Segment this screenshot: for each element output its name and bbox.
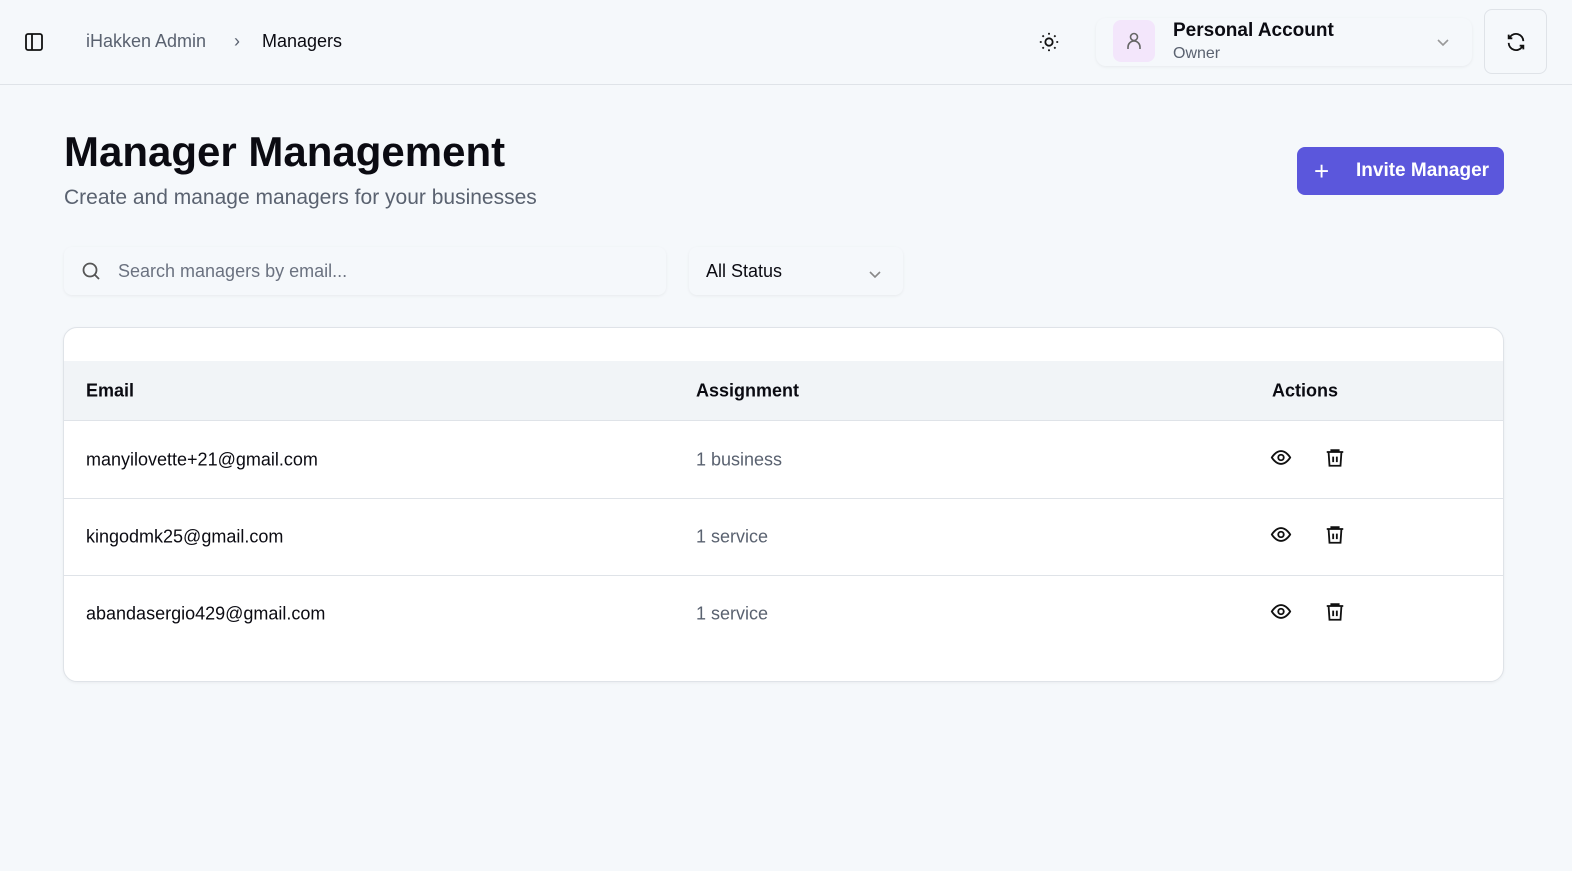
plus-icon: + xyxy=(1314,155,1330,186)
table-row: abandasergio429@gmail.com 1 service xyxy=(64,575,1503,652)
view-eye-icon[interactable] xyxy=(1270,447,1292,474)
chevron-right-icon: › xyxy=(234,31,240,51)
manager-email: manyilovette+21@gmail.com xyxy=(86,449,318,470)
status-filter-select[interactable]: All Status xyxy=(689,247,903,295)
status-filter-value: All Status xyxy=(706,261,783,281)
manager-email: kingodmk25@gmail.com xyxy=(86,526,284,546)
managers-table: Email Assignment Actions manyilovette+21… xyxy=(63,327,1504,682)
column-assignment: Assignment xyxy=(696,380,800,400)
table-row: kingodmk25@gmail.com 1 service xyxy=(64,499,1503,576)
manager-assignment: 1 service xyxy=(696,603,769,623)
page-subtitle: Create and manage managers for your busi… xyxy=(64,186,537,209)
view-eye-icon[interactable] xyxy=(1270,600,1292,627)
account-switcher[interactable]: Personal Account Owner xyxy=(1096,18,1472,66)
delete-trash-icon[interactable] xyxy=(1324,600,1346,627)
view-eye-icon[interactable] xyxy=(1270,523,1292,550)
invite-manager-label: Invite Manager xyxy=(1356,160,1490,181)
delete-trash-icon[interactable] xyxy=(1324,447,1346,474)
page-title: Manager Management xyxy=(64,128,506,175)
search-placeholder: Search managers by email... xyxy=(118,261,348,281)
delete-trash-icon[interactable] xyxy=(1324,523,1346,550)
breadcrumb-current: Managers xyxy=(262,31,343,51)
chevron-down-icon xyxy=(1436,34,1450,52)
table-header: Email Assignment Actions xyxy=(64,361,1503,421)
top-bar: iHakken Admin › Managers Personal Accoun… xyxy=(0,0,1572,85)
theme-toggle-sun-icon[interactable] xyxy=(1038,31,1060,53)
breadcrumb-root[interactable]: iHakken Admin xyxy=(86,31,206,52)
chevron-down-icon xyxy=(868,266,882,284)
search-icon xyxy=(81,261,101,286)
column-actions: Actions xyxy=(1272,380,1339,400)
account-role: Owner xyxy=(1173,45,1221,62)
manager-email: abandasergio429@gmail.com xyxy=(86,603,326,623)
search-input[interactable]: Search managers by email... xyxy=(64,247,666,295)
account-name: Personal Account xyxy=(1173,20,1334,41)
refresh-button[interactable] xyxy=(1484,9,1547,74)
refresh-icon xyxy=(1507,32,1524,51)
manager-assignment: 1 service xyxy=(696,526,769,546)
column-email: Email xyxy=(86,380,135,400)
manager-assignment: 1 business xyxy=(696,449,783,470)
table-row: manyilovette+21@gmail.com 1 business xyxy=(64,422,1503,499)
user-icon xyxy=(1113,20,1155,62)
sidebar-toggle-icon[interactable] xyxy=(24,32,44,52)
invite-manager-button[interactable]: + Invite Manager xyxy=(1297,147,1504,195)
